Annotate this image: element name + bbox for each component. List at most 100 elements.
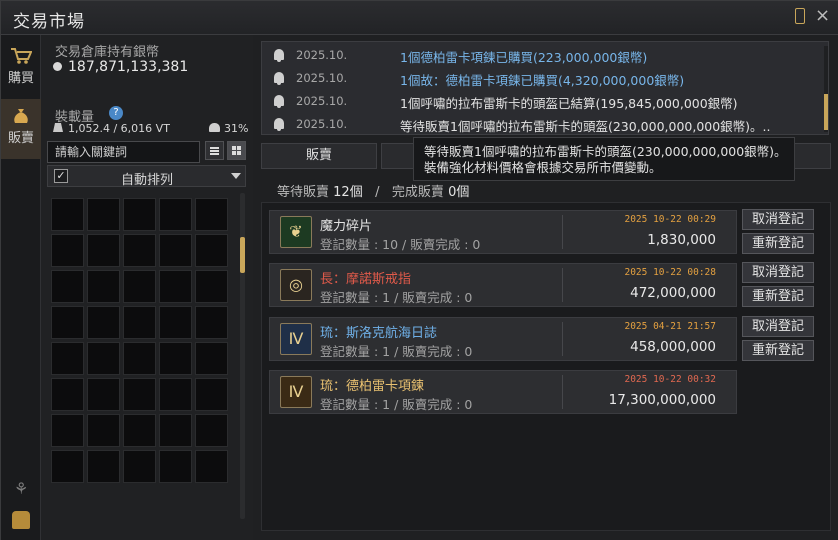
scrollbar-thumb[interactable]: [824, 94, 828, 130]
inventory-slot[interactable]: [195, 270, 228, 303]
item-name: 魔力碎片: [320, 219, 373, 234]
inventory-slot[interactable]: [87, 414, 120, 447]
inventory-slot[interactable]: [123, 378, 156, 411]
tab-sell[interactable]: 販賣: [1, 99, 41, 159]
bell-icon: [274, 95, 284, 108]
cancel-listing-button[interactable]: 取消登記: [742, 316, 814, 337]
inventory-slot[interactable]: [123, 234, 156, 267]
inventory-slot[interactable]: [51, 270, 84, 303]
left-rail: 購買 販賣 ⚘: [1, 35, 41, 540]
log-scrollbar[interactable]: [824, 46, 828, 132]
log-text: 1個呼嘯的拉布雷斯卡的頭盔已結算(195,845,000,000銀幣): [400, 96, 738, 111]
item-quantity: 登記數量 : 10 / 販賣完成 : 0: [320, 237, 481, 252]
inventory-slot[interactable]: [87, 234, 120, 267]
inventory-slot[interactable]: [159, 450, 192, 483]
list-view-button[interactable]: [205, 141, 224, 160]
inventory-slot[interactable]: [123, 306, 156, 339]
close-icon[interactable]: ×: [815, 5, 830, 26]
done-label: 完成販賣: [391, 185, 444, 200]
relist-button[interactable]: 重新登記: [742, 340, 814, 361]
weight-readout: 1,052.4 / 6,016 VT: [53, 122, 170, 135]
inventory-slot[interactable]: [195, 198, 228, 231]
sort-dropdown[interactable]: ✓ 自動排列: [47, 165, 246, 188]
divider: [562, 375, 563, 409]
inventory-slot[interactable]: [87, 378, 120, 411]
silver-value: 187,871,133,381: [68, 59, 189, 75]
grid-icon: [232, 146, 236, 150]
weight-icon: [53, 123, 63, 132]
ring-icon: ◎: [280, 269, 312, 301]
inventory-slot[interactable]: [159, 198, 192, 231]
item-price: 17,300,000,000: [608, 392, 716, 408]
inventory-slot[interactable]: [195, 234, 228, 267]
inventory-slot[interactable]: [159, 342, 192, 375]
auto-sort-checkbox[interactable]: ✓: [54, 169, 68, 183]
backpack-icon[interactable]: [12, 511, 30, 529]
item-name: 長：摩諾斯戒指: [320, 272, 412, 287]
inventory-slot[interactable]: [51, 234, 84, 267]
inventory-slot[interactable]: [51, 378, 84, 411]
inventory-slot[interactable]: [159, 306, 192, 339]
inventory-slot[interactable]: [159, 234, 192, 267]
tab-sell-list[interactable]: 販賣: [261, 143, 377, 169]
inventory-slot[interactable]: [51, 414, 84, 447]
item-quantity: 登記數量 : 1 / 販賣完成 : 0: [320, 344, 473, 359]
window-title: 交易市場: [13, 12, 85, 32]
waiting-count: 12個: [333, 185, 363, 200]
inventory-slot[interactable]: [195, 306, 228, 339]
tree-icon[interactable]: ⚘: [11, 479, 31, 499]
inventory-slot[interactable]: [159, 378, 192, 411]
log-date: 2025.10.: [296, 48, 348, 62]
scrollbar-thumb[interactable]: [240, 237, 245, 273]
inventory-slot[interactable]: [123, 450, 156, 483]
log-text: 1個故：德柏雷卡項鍊已購買(4,320,000,000銀幣): [400, 73, 685, 88]
divider: [562, 215, 563, 249]
bell-icon: [274, 49, 284, 62]
inventory-slot[interactable]: [87, 306, 120, 339]
phone-icon[interactable]: [795, 8, 805, 24]
listing-row[interactable]: Ⅳ 琉：德柏雷卡項鍊 登記數量 : 1 / 販賣完成 : 0 2025 10-22 0…: [269, 370, 737, 414]
inventory-slot[interactable]: [87, 342, 120, 375]
search-input[interactable]: 請輸入關鍵詞: [47, 141, 200, 163]
inventory-slot[interactable]: [87, 450, 120, 483]
grid-view-button[interactable]: [227, 141, 246, 160]
log-row: 2025.10. 1個故：德柏雷卡項鍊已購買(4,320,000,000銀幣): [262, 67, 828, 90]
inventory-slot[interactable]: [51, 450, 84, 483]
hat-icon: [209, 123, 220, 132]
relist-button[interactable]: 重新登記: [742, 286, 814, 307]
listing-row[interactable]: ❦ 魔力碎片 登記數量 : 10 / 販賣完成 : 0 2025 10-22 00:2…: [269, 210, 737, 254]
inventory-slot[interactable]: [195, 378, 228, 411]
inventory-slot[interactable]: [87, 198, 120, 231]
inventory-slot[interactable]: [159, 414, 192, 447]
inventory-grid: [51, 198, 231, 483]
cancel-listing-button[interactable]: 取消登記: [742, 262, 814, 283]
inventory-slot[interactable]: [123, 270, 156, 303]
inventory-slot[interactable]: [123, 198, 156, 231]
inventory-slot[interactable]: [159, 270, 192, 303]
inventory-slot[interactable]: [195, 342, 228, 375]
inventory-slot[interactable]: [51, 342, 84, 375]
help-icon[interactable]: ?: [109, 106, 123, 120]
listing-row[interactable]: ◎ 長：摩諾斯戒指 登記數量 : 1 / 販賣完成 : 0 2025 10-22 00…: [269, 263, 737, 307]
inventory-slot[interactable]: [195, 450, 228, 483]
log-row: 2025.10. 1個呼嘯的拉布雷斯卡的頭盔已結算(195,845,000,00…: [262, 90, 828, 113]
inventory-slot[interactable]: [51, 306, 84, 339]
summary-separator: /: [375, 185, 380, 200]
cancel-listing-button[interactable]: 取消登記: [742, 209, 814, 230]
inventory-slot[interactable]: [51, 198, 84, 231]
list-icon: [210, 147, 219, 149]
inventory-slot[interactable]: [123, 414, 156, 447]
tooltip: 等待販賣1個呼嘯的拉布雷斯卡的頭盔(230,000,000,000銀幣)。 裝備…: [413, 137, 795, 181]
tooltip-line-1: 等待販賣1個呼嘯的拉布雷斯卡的頭盔(230,000,000,000銀幣)。: [424, 144, 787, 159]
inventory-slot[interactable]: [195, 414, 228, 447]
relist-button[interactable]: 重新登記: [742, 233, 814, 254]
listing-row[interactable]: Ⅳ 琉：斯洛克航海日誌 登記數量 : 1 / 販賣完成 : 0 2025 04-21 …: [269, 317, 737, 361]
log-text: 等待販賣1個呼嘯的拉布雷斯卡的頭盔(230,000,000,000銀幣)。..: [400, 119, 771, 134]
log-date: 2025.10.: [296, 94, 348, 108]
inventory-slot[interactable]: [87, 270, 120, 303]
inventory-scrollbar[interactable]: [240, 193, 245, 519]
inventory-slot[interactable]: [123, 342, 156, 375]
tab-buy[interactable]: 購買: [1, 39, 41, 99]
silver-amount: 187,871,133,381: [53, 59, 188, 75]
market-window: 交易市場 × 購買 販賣 ⚘ 交易倉庫持有銀幣 187,871,133,381 …: [0, 0, 838, 540]
